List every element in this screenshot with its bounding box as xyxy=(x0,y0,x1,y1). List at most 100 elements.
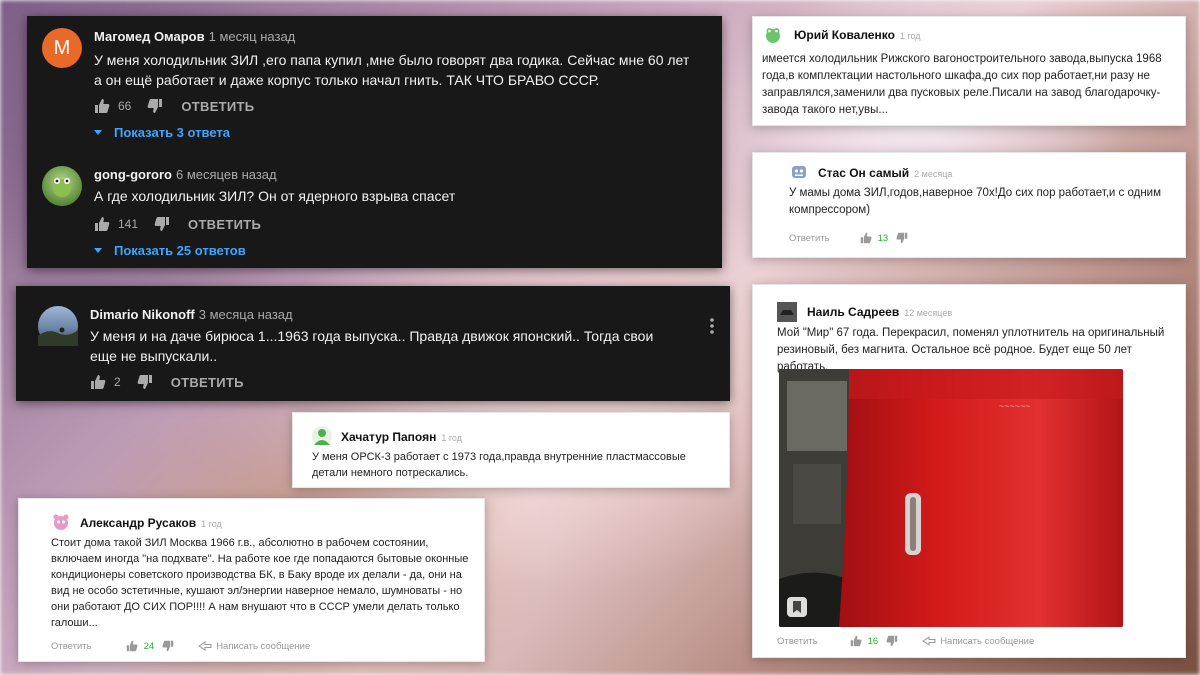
reply-button[interactable]: ОТВЕТИТЬ xyxy=(171,375,244,390)
comment-author[interactable]: gong-gororo 6 месяцев назад xyxy=(94,167,277,182)
comment-time: 1 год xyxy=(441,433,462,443)
zen-comment-card: Хачатур Папоян 1 год У меня ОРСК-3 работа… xyxy=(292,412,730,488)
zen-comment-card: Стас Он самый 2 месяца У мамы дома ЗИЛ,го… xyxy=(752,152,1186,258)
author-name: Магомед Омаров xyxy=(94,29,205,44)
like-count: 13 xyxy=(877,232,889,244)
user-avatar-icon xyxy=(314,429,330,445)
zen-comment-card: Юрий Коваленко 1 год имеется холодильник … xyxy=(752,16,1186,126)
comment-actions: Ответить 16 Написать сообщение xyxy=(777,635,1034,647)
thumbs-down-icon[interactable] xyxy=(896,232,908,244)
comment-text: У мамы дома ЗИЛ,годов,наверное 70х!До си… xyxy=(789,187,1162,216)
chevron-down-icon xyxy=(94,130,102,135)
frog-avatar-icon xyxy=(53,178,71,197)
comment-text: А где холодильник ЗИЛ? Он от ядерного вз… xyxy=(94,188,456,204)
comment-time: 1 год xyxy=(201,519,222,529)
comment-author[interactable]: Юрий Коваленко 1 год xyxy=(794,28,921,42)
author-name: Александр Русаков xyxy=(80,516,197,530)
comment-text: Стоит дома такой ЗИЛ Москва 1966 г.в., а… xyxy=(51,537,469,629)
author-name: Юрий Коваленко xyxy=(794,28,895,42)
comment-author[interactable]: Хачатур Папоян 1 год xyxy=(341,430,462,444)
avatar[interactable] xyxy=(312,426,332,446)
comment-actions: 66 ОТВЕТИТЬ xyxy=(94,98,254,114)
write-message-button[interactable]: Написать сообщение xyxy=(922,636,1034,647)
thumbs-up-icon[interactable] xyxy=(94,98,110,114)
comment-author[interactable]: Наиль Садреев 12 месяцев xyxy=(807,305,952,319)
svg-text:~~~~~~: ~~~~~~ xyxy=(999,401,1031,411)
comment-time[interactable]: 3 месяца назад xyxy=(199,307,293,322)
like-count: 16 xyxy=(867,635,879,647)
monster-avatar-icon xyxy=(53,514,69,530)
comment-actions: Ответить 13 xyxy=(789,232,908,244)
zen-comment-card: Александр Русаков 1 год Стоит дома такой … xyxy=(18,498,485,662)
thumbs-up-icon[interactable] xyxy=(90,374,106,390)
fridge-photo[interactable]: ~~~~~~ xyxy=(779,369,1123,627)
like-count: 2 xyxy=(114,375,121,389)
thumbs-up-icon[interactable] xyxy=(94,216,110,232)
thumbs-down-icon[interactable] xyxy=(162,640,174,652)
comment-actions: 141 ОТВЕТИТЬ xyxy=(94,216,261,232)
comment-time[interactable]: 6 месяцев назад xyxy=(176,167,277,182)
share-arrow-icon xyxy=(922,636,936,646)
chevron-down-icon xyxy=(94,248,102,253)
avatar[interactable] xyxy=(42,166,82,206)
youtube-comment-panel: Dimario Nikonoff 3 месяца назад У меня и … xyxy=(16,286,730,401)
thumbs-down-icon[interactable] xyxy=(137,374,153,390)
thumbs-up-icon[interactable] xyxy=(126,640,138,652)
comment-text: имеется холодильник Рижского вагонострои… xyxy=(762,53,1162,116)
author-name: Стас Он самый xyxy=(818,166,910,180)
bookmark-icon[interactable] xyxy=(787,597,807,617)
comment-time: 12 месяцев xyxy=(904,308,953,318)
thumbs-down-icon[interactable] xyxy=(154,216,170,232)
comment-time[interactable]: 1 месяц назад xyxy=(209,29,296,44)
show-replies-button[interactable]: Показать 25 ответов xyxy=(94,243,246,258)
reply-button[interactable]: ОТВЕТИТЬ xyxy=(181,99,254,114)
write-message-label: Написать сообщение xyxy=(940,635,1035,647)
reply-button[interactable]: Ответить xyxy=(789,233,830,244)
thumbs-up-icon[interactable] xyxy=(860,232,872,244)
avatar[interactable] xyxy=(38,306,78,346)
thumbs-down-icon[interactable] xyxy=(886,635,898,647)
reply-button[interactable]: Ответить xyxy=(777,636,818,647)
youtube-comment-panel: M Магомед Омаров 1 месяц назад У меня хол… xyxy=(27,16,722,268)
like-count: 141 xyxy=(118,217,139,231)
comment-author[interactable]: Стас Он самый 2 месяца xyxy=(818,166,952,180)
like-count: 66 xyxy=(118,99,132,113)
comment-actions: Ответить 24 Написать сообщение xyxy=(51,640,310,652)
comment-text: У меня ОРСК-3 работает с 1973 года,правд… xyxy=(312,451,686,479)
avatar[interactable] xyxy=(789,162,809,182)
comment-author[interactable]: Александр Русаков 1 год xyxy=(80,516,222,530)
avatar[interactable] xyxy=(51,512,71,532)
author-name: Хачатур Папоян xyxy=(341,430,437,444)
robot-avatar-icon xyxy=(792,166,806,178)
avatar[interactable]: M xyxy=(42,28,82,68)
comment-text: У меня холодильник ЗИЛ ,его папа купил ,… xyxy=(94,52,690,88)
comment-time: 2 месяца xyxy=(914,169,953,179)
more-options-icon[interactable] xyxy=(710,318,714,334)
like-count: 24 xyxy=(143,640,155,652)
show-replies-label: Показать 3 ответа xyxy=(114,125,230,140)
author-name: gong-gororo xyxy=(94,167,172,182)
reply-button[interactable]: Ответить xyxy=(51,641,92,652)
thumbs-up-icon[interactable] xyxy=(850,635,862,647)
thumbs-down-icon[interactable] xyxy=(147,98,163,114)
comment-time: 1 год xyxy=(899,31,921,41)
frog-avatar-icon xyxy=(766,28,780,43)
write-message-button[interactable]: Написать сообщение xyxy=(198,641,310,652)
show-replies-button[interactable]: Показать 3 ответа xyxy=(94,125,230,140)
write-message-label: Написать сообщение xyxy=(216,640,311,652)
author-name: Наиль Садреев xyxy=(807,305,900,319)
show-replies-label: Показать 25 ответов xyxy=(114,243,246,258)
landscape-avatar-icon xyxy=(38,327,78,346)
avatar[interactable] xyxy=(777,302,797,322)
reply-button[interactable]: ОТВЕТИТЬ xyxy=(188,217,261,232)
avatar[interactable] xyxy=(763,25,783,45)
comment-author[interactable]: Dimario Nikonoff 3 месяца назад xyxy=(90,307,293,322)
avatar-letter: M xyxy=(53,36,71,59)
share-arrow-icon xyxy=(198,641,212,651)
car-avatar-icon xyxy=(777,302,797,322)
red-fridge-image: ~~~~~~ xyxy=(779,369,1123,627)
comment-text: У меня и на даче бирюса 1...1963 года вы… xyxy=(90,328,654,364)
comment-author[interactable]: Магомед Омаров 1 месяц назад xyxy=(94,29,295,44)
comment-actions: 2 ОТВЕТИТЬ xyxy=(90,374,244,390)
author-name: Dimario Nikonoff xyxy=(90,307,195,322)
